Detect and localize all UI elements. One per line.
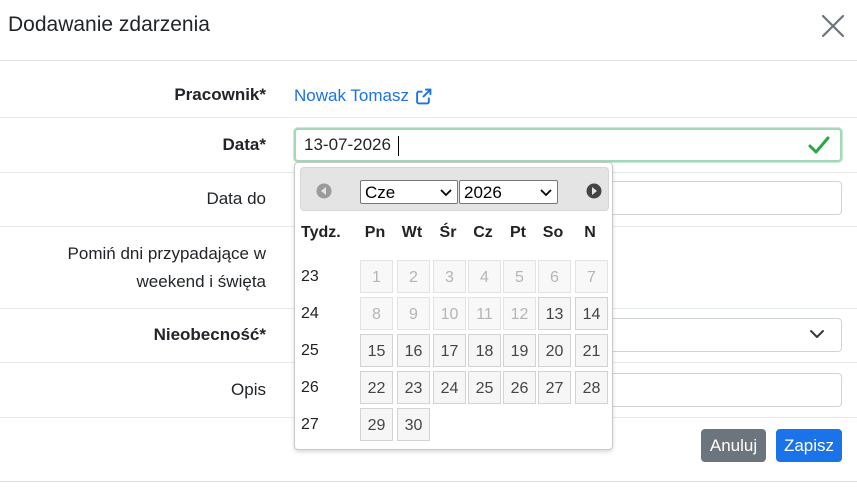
calendar-day[interactable]: 20 xyxy=(538,334,571,367)
calendar-day: 9 xyxy=(397,297,430,330)
employee-label: Pracownik* xyxy=(174,85,266,104)
calendar-day[interactable]: 16 xyxy=(397,334,430,367)
calendar-day[interactable]: 26 xyxy=(503,371,536,404)
week-number: 27 xyxy=(301,416,319,433)
footer-divider xyxy=(0,481,857,482)
text-cursor xyxy=(398,136,399,156)
next-month-icon[interactable] xyxy=(586,183,602,199)
day-header: Cz xyxy=(473,224,493,241)
date-label: Data* xyxy=(222,135,266,154)
week-number: 25 xyxy=(301,342,319,359)
skip-weekends-label-line1: Pomiń dni przypadające w xyxy=(67,244,266,263)
calendar-day: 12 xyxy=(503,297,536,330)
calendar-day: 4 xyxy=(468,260,501,293)
calendar-day: 1 xyxy=(360,260,393,293)
calendar-day[interactable]: 29 xyxy=(360,408,393,441)
absence-label: Nieobecność* xyxy=(153,325,266,344)
close-icon xyxy=(821,14,845,38)
calendar-day[interactable]: 21 xyxy=(575,334,608,367)
prev-month-icon[interactable] xyxy=(316,183,332,199)
datepicker-header: Cze 2026 xyxy=(300,167,609,211)
day-header: So xyxy=(542,224,564,241)
cancel-button[interactable]: Anuluj xyxy=(701,429,766,462)
day-header: Pn xyxy=(364,224,386,241)
description-label: Opis xyxy=(231,380,266,399)
calendar-day[interactable]: 23 xyxy=(397,371,430,404)
calendar-day[interactable]: 17 xyxy=(433,334,466,367)
calendar-day: 6 xyxy=(538,260,571,293)
check-icon xyxy=(808,136,830,154)
calendar-day: 7 xyxy=(575,260,608,293)
calendar-day: 2 xyxy=(397,260,430,293)
calendar-day[interactable]: 14 xyxy=(575,297,608,330)
calendar-day[interactable]: 13 xyxy=(538,297,571,330)
employee-name: Nowak Tomasz xyxy=(294,86,409,105)
calendar-day[interactable]: 15 xyxy=(360,334,393,367)
year-select[interactable]: 2026 xyxy=(459,180,558,204)
week-number: 23 xyxy=(301,268,319,285)
calendar-day[interactable]: 18 xyxy=(468,334,501,367)
employee-link[interactable]: Nowak Tomasz xyxy=(294,83,432,109)
calendar-day[interactable]: 25 xyxy=(468,371,501,404)
week-header: Tydz. xyxy=(301,224,341,241)
day-header: Pt xyxy=(510,224,526,241)
skip-weekends-label-line2: weekend i święta xyxy=(136,272,266,291)
row-divider xyxy=(0,117,857,118)
day-header: N xyxy=(584,224,596,241)
day-header: Śr xyxy=(439,224,457,241)
week-number: 26 xyxy=(301,379,319,396)
calendar-day[interactable]: 19 xyxy=(503,334,536,367)
calendar-day: 10 xyxy=(433,297,466,330)
calendar-day[interactable]: 28 xyxy=(575,371,608,404)
calendar-day: 3 xyxy=(433,260,466,293)
datepicker: Cze 2026 Tydz. Pn Wt Śr Cz Pt So N 23 1 2 3 4 5 6 7 24 8 9… xyxy=(294,162,613,450)
calendar-day: 11 xyxy=(468,297,501,330)
date-input[interactable] xyxy=(294,128,842,162)
date-to-label: Data do xyxy=(206,189,266,208)
week-number: 24 xyxy=(301,305,319,322)
day-header: Wt xyxy=(401,224,423,241)
calendar-day[interactable]: 24 xyxy=(433,371,466,404)
external-link-icon xyxy=(416,88,432,104)
calendar-day: 8 xyxy=(360,297,393,330)
month-select[interactable]: Cze xyxy=(360,180,458,204)
modal-header: Dodawanie zdarzenia xyxy=(0,0,857,61)
save-button[interactable]: Zapisz xyxy=(776,429,842,462)
calendar-day[interactable]: 22 xyxy=(360,371,393,404)
calendar-day: 5 xyxy=(503,260,536,293)
close-button[interactable] xyxy=(818,11,848,41)
modal-title: Dodawanie zdarzenia xyxy=(8,13,210,36)
calendar-day[interactable]: 27 xyxy=(538,371,571,404)
chevron-down-icon xyxy=(810,330,824,338)
calendar-day[interactable]: 30 xyxy=(397,408,430,441)
